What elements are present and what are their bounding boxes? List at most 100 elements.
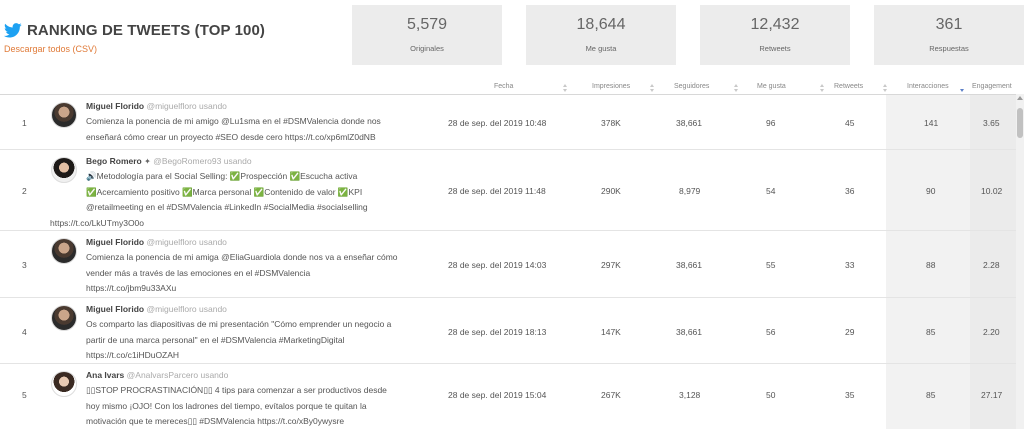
- fecha: 28 de sep. del 2019 10:48: [448, 118, 547, 128]
- interacciones: 90: [926, 186, 936, 196]
- user-name[interactable]: Miguel Florido: [86, 101, 144, 111]
- avatar[interactable]: [51, 102, 77, 128]
- me-gusta: 55: [766, 260, 776, 270]
- tweet-line: Comienza la ponencia de mi amigo @Lu1sma…: [86, 116, 381, 126]
- tweet-line: https://t.co/LkUTmy3O0o: [50, 217, 145, 228]
- tweet-line: Os comparto las diapositivas de mi prese…: [86, 319, 392, 329]
- user-handle[interactable]: @BegoRomero93 usando: [153, 156, 251, 166]
- retweets: 45: [845, 118, 855, 128]
- seguidores: 8,979: [679, 186, 701, 196]
- user-handle[interactable]: @AnalvarsParcero usando: [127, 370, 229, 380]
- user-handle[interactable]: @miguelfloro usando: [146, 101, 226, 111]
- tweet-line: motivación que te mereces▯▯ #DSMValencia…: [86, 416, 345, 426]
- engagement: 27.17: [981, 390, 1003, 400]
- fecha: 28 de sep. del 2019 14:03: [448, 260, 547, 270]
- sort-desc-active-icon[interactable]: [960, 84, 965, 92]
- me-gusta: 50: [766, 390, 776, 400]
- tweet-line: @retailmeeting en el #DSMValencia #Linke…: [86, 202, 368, 212]
- me-gusta: 56: [766, 327, 776, 337]
- avatar[interactable]: [51, 305, 77, 331]
- impresiones: 378K: [601, 118, 621, 128]
- title-block: RANKING DE TWEETS (TOP 100) Descargar to…: [4, 22, 265, 54]
- retweets: 29: [845, 327, 855, 337]
- impresiones: 297K: [601, 260, 621, 270]
- avatar[interactable]: [51, 157, 77, 183]
- table-row[interactable]: 2 Bego Romero ✦ @BegoRomero93 usando 🔊Me…: [0, 150, 1016, 231]
- scroll-up-arrow-icon[interactable]: [1017, 96, 1023, 100]
- rank: 4: [22, 327, 27, 337]
- avatar[interactable]: [51, 238, 77, 264]
- seguidores: 3,128: [679, 390, 701, 400]
- column-header-impresiones[interactable]: Impresiones: [592, 83, 630, 90]
- scrollbar-thumb[interactable]: [1017, 108, 1023, 138]
- user-line: Bego Romero ✦ @BegoRomero93 usando: [86, 156, 252, 166]
- table-row[interactable]: 5 Ana Ivars @AnalvarsParcero usando ▯▯ST…: [0, 364, 1016, 429]
- seguidores: 38,661: [676, 327, 702, 337]
- rank: 1: [22, 118, 27, 128]
- stat-respuestas: 361 Respuestas: [874, 5, 1024, 65]
- engagement: 3.65: [983, 118, 1000, 128]
- tweet-text: 🔊Metodología para el Social Selling: ✅Pr…: [50, 169, 431, 231]
- user-line: Miguel Florido @miguelfloro usando: [86, 304, 227, 314]
- tweet-line: hoy mismo ¡OJO! Con los ladrones del tie…: [86, 400, 367, 411]
- user-handle[interactable]: @miguelfloro usando: [146, 237, 226, 247]
- tweet-line: vender más a través de las emociones en …: [86, 267, 311, 278]
- impresiones: 267K: [601, 390, 621, 400]
- stat-retweets: 12,432 Retweets: [700, 5, 850, 65]
- tweet-text: ▯▯STOP PROCRASTINACIÓN▯▯ 4 tips para com…: [86, 383, 431, 429]
- me-gusta: 54: [766, 186, 776, 196]
- tweet-line: enseñará cómo crear un proyecto #SEO des…: [86, 131, 376, 142]
- column-header-interacciones[interactable]: Interacciones: [907, 83, 949, 90]
- user-name[interactable]: Bego Romero: [86, 156, 142, 166]
- me-gusta: 96: [766, 118, 776, 128]
- sparkle-icon: ✦: [144, 157, 151, 166]
- interacciones: 85: [926, 390, 936, 400]
- engagement: 10.02: [981, 186, 1003, 196]
- column-header-retweets[interactable]: Retweets: [834, 83, 863, 90]
- interacciones: 141: [924, 118, 939, 128]
- column-header-fecha[interactable]: Fecha: [494, 83, 513, 90]
- stat-value: 5,579: [406, 16, 448, 33]
- table-row[interactable]: 1 Miguel Florido @miguelfloro usando Com…: [0, 95, 1016, 150]
- tweet-line: https://t.co/c1iHDuOZAH: [86, 350, 180, 360]
- sort-icon[interactable]: [883, 84, 888, 92]
- page-title: RANKING DE TWEETS (TOP 100): [27, 22, 266, 39]
- sort-icon[interactable]: [563, 84, 568, 92]
- table-row[interactable]: 4 Miguel Florido @miguelfloro usando Os …: [0, 298, 1016, 364]
- stat-value: 12,432: [750, 16, 800, 33]
- user-name[interactable]: Ana Ivars: [86, 370, 124, 380]
- tweet-line: Comienza la ponencia de mi amiga @EliaGu…: [86, 252, 398, 262]
- impresiones: 147K: [601, 327, 621, 337]
- tweet-text: Comienza la ponencia de mi amiga @EliaGu…: [86, 250, 431, 297]
- avatar[interactable]: [51, 371, 77, 397]
- column-header-me-gusta[interactable]: Me gusta: [757, 83, 786, 90]
- user-line: Miguel Florido @miguelfloro usando: [86, 237, 227, 247]
- retweets: 33: [845, 260, 855, 270]
- stat-originales: 5,579 Originales: [352, 5, 502, 65]
- user-name[interactable]: Miguel Florido: [86, 237, 144, 247]
- sort-icon[interactable]: [820, 84, 825, 92]
- user-name[interactable]: Miguel Florido: [86, 304, 144, 314]
- table-row[interactable]: 3 Miguel Florido @miguelfloro usando Com…: [0, 231, 1016, 298]
- impresiones: 290K: [601, 186, 621, 196]
- engagement: 2.20: [983, 327, 1000, 337]
- vertical-scrollbar[interactable]: [1016, 94, 1024, 429]
- tweets-table: 1 Miguel Florido @miguelfloro usando Com…: [0, 94, 1016, 429]
- stat-value: 18,644: [576, 16, 626, 33]
- fecha: 28 de sep. del 2019 11:48: [448, 186, 546, 196]
- column-header-engagement[interactable]: Engagement: [972, 83, 1012, 90]
- tweet-line: ▯▯STOP PROCRASTINACIÓN▯▯ 4 tips para com…: [86, 385, 387, 395]
- tweet-text: Comienza la ponencia de mi amigo @Lu1sma…: [86, 114, 431, 145]
- seguidores: 38,661: [676, 260, 702, 270]
- download-csv-link[interactable]: Descargar todos (CSV): [4, 44, 265, 54]
- user-handle[interactable]: @miguelfloro usando: [146, 304, 226, 314]
- column-header-seguidores[interactable]: Seguidores: [674, 83, 709, 90]
- rank: 5: [22, 390, 27, 400]
- twitter-bird-icon: [4, 23, 22, 38]
- sort-icon[interactable]: [650, 84, 655, 92]
- seguidores: 38,661: [676, 118, 702, 128]
- tweet-line: partir de una marca personal" en el #DSM…: [86, 334, 345, 345]
- stat-label: Respuestas: [929, 44, 969, 53]
- sort-icon[interactable]: [734, 84, 739, 92]
- retweets: 35: [845, 390, 855, 400]
